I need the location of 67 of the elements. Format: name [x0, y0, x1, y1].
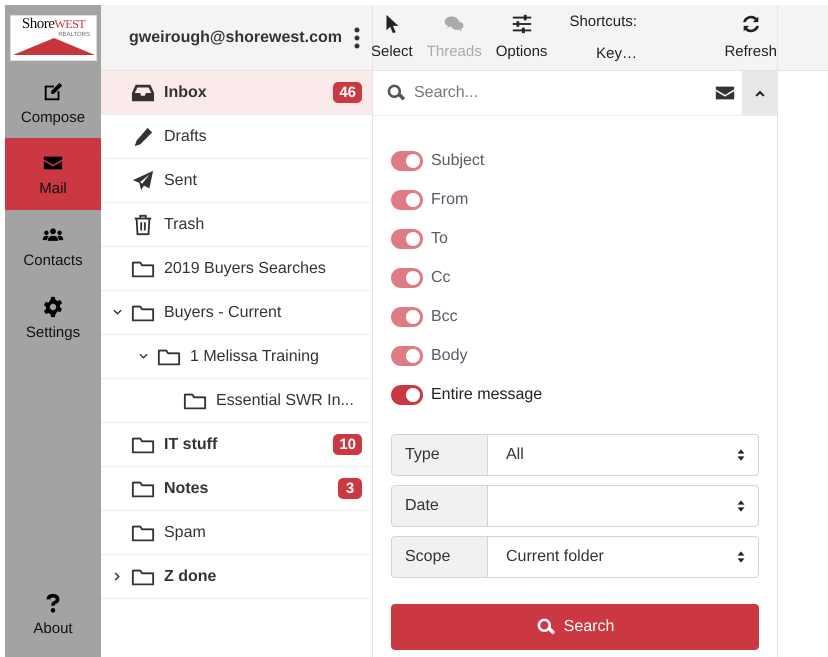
filter-label: Date	[392, 486, 488, 526]
folder-name: Notes	[164, 480, 210, 498]
up-down-arrows-icon	[736, 550, 746, 564]
up-down-arrows-icon	[736, 499, 746, 513]
nav-button[interactable]: Mail	[5, 138, 101, 210]
folder-name: 2019 Buyers Searches	[164, 260, 327, 278]
unread-count: 46	[333, 82, 362, 103]
toggle-label: Subject	[431, 152, 484, 170]
kebab-icon	[354, 26, 360, 48]
toolbar-button[interactable]: Options	[496, 5, 548, 70]
folder-name: 1 Melissa Training	[190, 348, 320, 366]
folder-item[interactable]: 1 Melissa Training	[101, 335, 372, 379]
folder-item[interactable]: Inbox 46	[101, 71, 372, 115]
unread-count: 10	[333, 434, 362, 455]
toggle-label: To	[431, 230, 448, 248]
folder-item[interactable]: Z done	[101, 555, 372, 599]
toggle-label: Body	[431, 346, 468, 364]
folder-item[interactable]: Sent	[101, 159, 372, 203]
edit-icon	[42, 80, 64, 102]
folder-item[interactable]: Drafts	[101, 115, 372, 159]
nav-button[interactable]: Settings	[5, 282, 101, 354]
gear-icon	[42, 296, 64, 318]
refresh-button[interactable]: Refresh	[724, 5, 777, 70]
filter-label: Type	[392, 435, 488, 475]
folder-name: Spam	[164, 524, 207, 542]
paper-plane-icon	[131, 170, 155, 192]
inbox-tray-icon	[131, 82, 155, 104]
filter-label: Scope	[392, 537, 488, 577]
folder-item[interactable]: Notes 3	[101, 467, 372, 511]
about-button[interactable]: About	[5, 579, 101, 649]
nav-button[interactable]: Compose	[5, 68, 101, 138]
folder-item[interactable]: Buyers - Current	[101, 291, 372, 335]
unread-count: 3	[338, 478, 362, 499]
shortcuts-label: Shortcuts:	[569, 13, 637, 30]
folder-name: Drafts	[164, 128, 208, 146]
toggle-label: Entire message	[431, 386, 542, 404]
folder-name: Trash	[164, 216, 206, 234]
folder-item[interactable]: 2019 Buyers Searches	[101, 247, 372, 291]
folder-name: Essential SWR In...	[216, 392, 355, 410]
toolbar-button[interactable]: Select	[371, 5, 413, 70]
folder-name: Sent	[164, 172, 198, 190]
logo-text: WEST	[54, 17, 86, 31]
toggle-label: Bcc	[431, 308, 458, 326]
logo-text: Shore	[22, 16, 54, 32]
folder-item[interactable]: IT stuff 10	[101, 423, 372, 467]
keyboard-shortcuts-button[interactable]: Key…	[596, 45, 637, 62]
folder-name: Z done	[164, 568, 218, 586]
folder-item[interactable]: Essential SWR In...	[101, 379, 372, 423]
toggle-switch[interactable]	[391, 384, 423, 404]
up-down-arrows-icon	[736, 448, 746, 462]
search-button[interactable]: Search	[391, 604, 759, 650]
more-menu-button[interactable]	[352, 26, 362, 50]
search-icon	[386, 83, 406, 103]
sliders-icon	[510, 13, 533, 35]
search-field[interactable]: Search...	[414, 80, 654, 106]
folder-name: Inbox	[164, 84, 208, 102]
folder-item[interactable]: Trash	[101, 203, 372, 247]
account-email: gweirough@shorewest.com	[129, 28, 342, 46]
folder-name: Buyers - Current	[164, 304, 282, 322]
folder-item[interactable]: Spam	[101, 511, 372, 555]
toggle-label: From	[431, 190, 468, 208]
dropdown[interactable]: All	[488, 435, 758, 475]
folder-name: IT stuff	[164, 436, 218, 454]
nav-button[interactable]: Contacts	[5, 210, 101, 282]
search-icon	[536, 617, 556, 637]
toggle-label: Cc	[431, 268, 451, 286]
dropdown[interactable]: Current folder	[488, 537, 758, 577]
